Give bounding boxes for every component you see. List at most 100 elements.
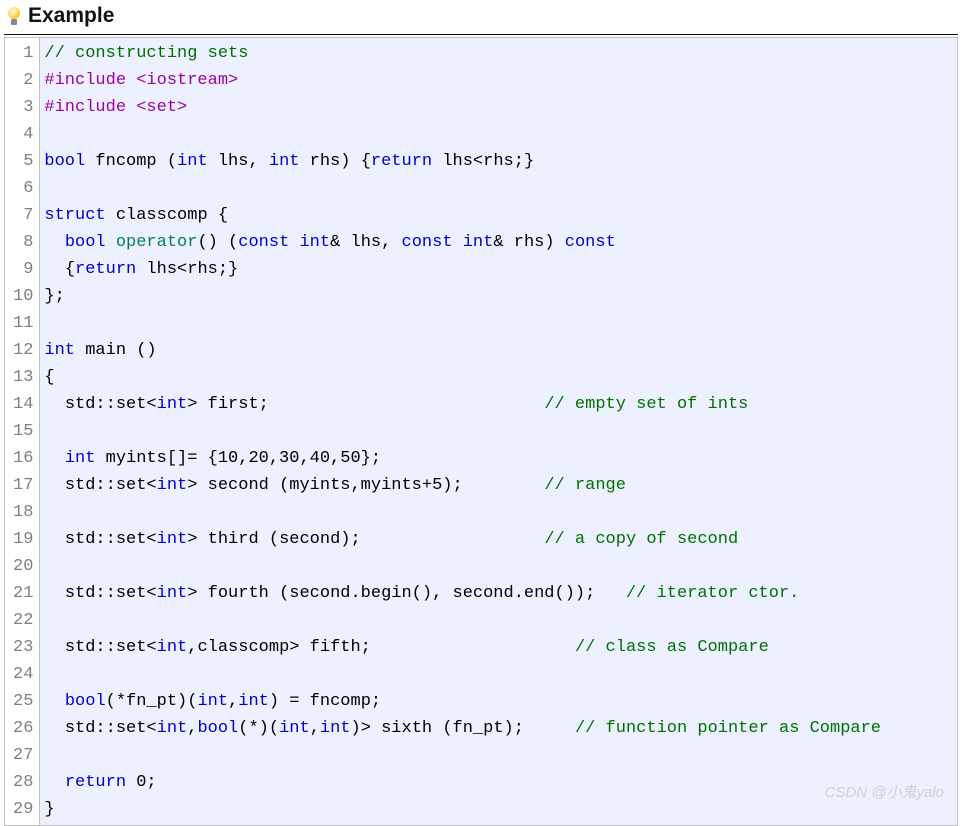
code-line: std::set<int> first; // empty set of int… xyxy=(44,391,953,418)
code-token: return xyxy=(65,773,126,792)
code-line: std::set<int,classcomp> fifth; // class … xyxy=(44,634,953,661)
code-line: }; xyxy=(44,283,953,310)
code-token: (*)( xyxy=(238,719,279,738)
code-line: bool(*fn_pt)(int,int) = fncomp; xyxy=(44,688,953,715)
line-number: 15 xyxy=(13,418,33,445)
line-number: 5 xyxy=(13,148,33,175)
code-line: {return lhs<rhs;} xyxy=(44,256,953,283)
line-number: 11 xyxy=(13,310,33,337)
code-token: #include <iostream> xyxy=(44,71,238,90)
code-line: int myints[]= {10,20,30,40,50}; xyxy=(44,445,953,472)
code-line: bool fncomp (int lhs, int rhs) {return l… xyxy=(44,148,953,175)
code-token: std::set< xyxy=(65,719,157,738)
code-token: int xyxy=(44,341,75,360)
code-content: // constructing sets #include <iostream> #… xyxy=(40,38,957,825)
line-number: 28 xyxy=(13,769,33,796)
code-token: bool xyxy=(65,233,106,252)
line-number: 1 xyxy=(13,40,33,67)
line-number: 17 xyxy=(13,472,33,499)
code-token: ) = fncomp; xyxy=(269,692,381,711)
code-line: #include <set> xyxy=(44,94,953,121)
lightbulb-icon xyxy=(6,5,22,27)
code-line: std::set<int> fourth (second.begin(), se… xyxy=(44,580,953,607)
line-number: 2 xyxy=(13,67,33,94)
code-line: struct classcomp { xyxy=(44,202,953,229)
code-token: myints[]= {10,20,30,40,50}; xyxy=(95,449,381,468)
code-token: (*fn_pt)( xyxy=(106,692,198,711)
code-line xyxy=(44,553,953,580)
code-token: , xyxy=(228,692,238,711)
code-token: int xyxy=(157,719,188,738)
code-token: const xyxy=(238,233,289,252)
code-token: }; xyxy=(44,287,64,306)
line-number: 29 xyxy=(13,796,33,823)
code-line: return 0; xyxy=(44,769,953,796)
code-token xyxy=(453,233,463,252)
line-number: 18 xyxy=(13,499,33,526)
code-token: int xyxy=(157,530,188,549)
code-token: > first; xyxy=(187,395,269,414)
code-token: int xyxy=(157,638,188,657)
code-token: return xyxy=(371,152,432,171)
code-token: , xyxy=(310,719,320,738)
line-number: 19 xyxy=(13,526,33,553)
code-token xyxy=(289,233,299,252)
code-token: operator xyxy=(116,233,198,252)
code-token: } xyxy=(44,800,54,819)
code-token: rhs) { xyxy=(299,152,370,171)
section-heading: Example xyxy=(28,4,114,28)
code-token: )> sixth (fn_pt); xyxy=(351,719,524,738)
line-number: 6 xyxy=(13,175,33,202)
code-block: 1234567891011121314151617181920212223242… xyxy=(4,37,958,826)
line-number: 7 xyxy=(13,202,33,229)
code-token: bool xyxy=(44,152,85,171)
code-token: bool xyxy=(65,692,106,711)
code-token: () ( xyxy=(197,233,238,252)
line-number: 12 xyxy=(13,337,33,364)
line-number: 20 xyxy=(13,553,33,580)
inline-comment: // range xyxy=(544,476,626,495)
code-token: int xyxy=(463,233,494,252)
code-line xyxy=(44,418,953,445)
code-token: #include <set> xyxy=(44,98,187,117)
code-token: 0; xyxy=(126,773,157,792)
comment-token: // constructing sets xyxy=(44,44,248,63)
inline-comment: // a copy of second xyxy=(544,530,738,549)
code-token: & rhs) xyxy=(493,233,564,252)
code-token: & lhs, xyxy=(330,233,401,252)
code-token: lhs<rhs;} xyxy=(432,152,534,171)
code-token xyxy=(106,233,116,252)
code-line xyxy=(44,121,953,148)
line-number: 27 xyxy=(13,742,33,769)
code-token: > fourth (second.begin(), second.end()); xyxy=(187,584,595,603)
line-number: 14 xyxy=(13,391,33,418)
line-number: 22 xyxy=(13,607,33,634)
code-line: // constructing sets xyxy=(44,40,953,67)
inline-comment: // iterator ctor. xyxy=(626,584,799,603)
line-number: 9 xyxy=(13,256,33,283)
code-token: > second (myints,myints+5); xyxy=(187,476,462,495)
code-line: } xyxy=(44,796,953,823)
heading-underline xyxy=(4,34,958,35)
code-token: bool xyxy=(197,719,238,738)
line-number: 13 xyxy=(13,364,33,391)
line-number: 24 xyxy=(13,661,33,688)
line-number: 8 xyxy=(13,229,33,256)
code-token: struct xyxy=(44,206,105,225)
code-line xyxy=(44,310,953,337)
inline-comment: // function pointer as Compare xyxy=(575,719,881,738)
code-token: return xyxy=(75,260,136,279)
line-number: 3 xyxy=(13,94,33,121)
code-token: int xyxy=(279,719,310,738)
line-number: 16 xyxy=(13,445,33,472)
code-token: std::set< xyxy=(65,530,157,549)
code-token: const xyxy=(565,233,616,252)
code-token: int xyxy=(320,719,351,738)
code-token: classcomp { xyxy=(106,206,228,225)
code-token: main () xyxy=(75,341,157,360)
line-number: 10 xyxy=(13,283,33,310)
code-line: bool operator() (const int& lhs, const i… xyxy=(44,229,953,256)
code-token: { xyxy=(65,260,75,279)
code-line: int main () xyxy=(44,337,953,364)
code-line: std::set<int> second (myints,myints+5); … xyxy=(44,472,953,499)
